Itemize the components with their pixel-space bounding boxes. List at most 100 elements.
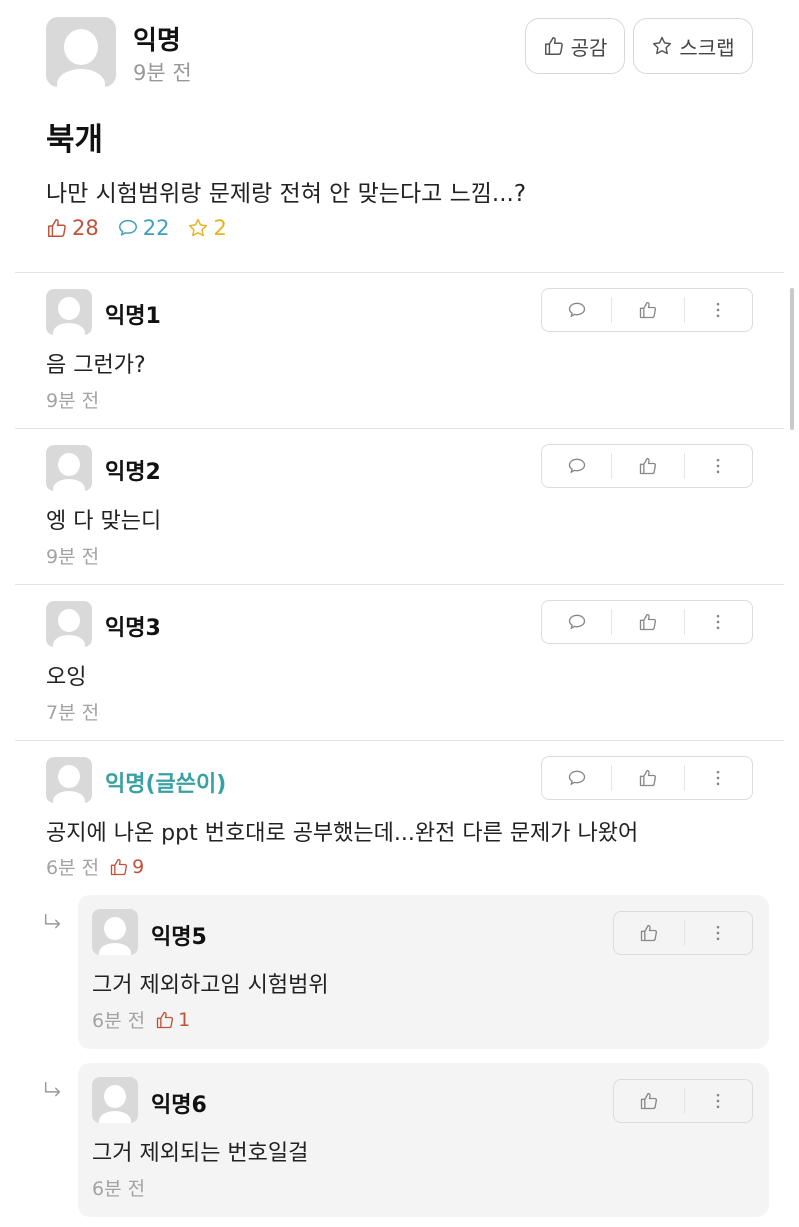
comment: 익명1 음 그런가? 9분 전: [0, 273, 799, 428]
reply-text: 그거 제외하고임 시험범위: [92, 973, 329, 998]
more-button[interactable]: [685, 289, 752, 331]
comment-like-count-value: 9: [132, 855, 145, 878]
more-button[interactable]: [685, 601, 752, 643]
reply-text: 그거 제외되는 번호일걸: [92, 1141, 309, 1166]
star-icon: [653, 36, 672, 55]
speech-bubble-icon: [118, 219, 137, 236]
thumbs-up-icon: [544, 37, 563, 55]
reply: 익명5 그거 제외하고임 시험범위 6분 전 1: [78, 895, 769, 1049]
scrap-count: 2: [187, 216, 227, 240]
comment-text: 오잉: [46, 665, 87, 690]
more-vertical-icon: [716, 614, 720, 630]
comment-avatar: [46, 289, 92, 335]
comment-actions: [541, 288, 753, 332]
thumbs-up-icon: [639, 613, 657, 631]
reply-avatar: [92, 909, 138, 955]
reply-button[interactable]: [542, 757, 611, 799]
reply-meta: 6분 전: [92, 1174, 145, 1201]
thumbs-up-icon: [156, 1011, 174, 1028]
reply-like-button[interactable]: [614, 1080, 684, 1122]
reply-like-button[interactable]: [614, 912, 684, 954]
scrap-button[interactable]: 스크랩: [633, 18, 753, 74]
like-count: 28: [46, 216, 99, 240]
reply-button[interactable]: [542, 289, 611, 331]
comment-text: 음 그런가?: [46, 353, 146, 378]
reply-meta: 6분 전 1: [92, 1006, 190, 1033]
comment-time: 9분 전: [46, 390, 100, 412]
reply-actions: [613, 911, 753, 955]
like-button-label: 공감: [570, 35, 608, 60]
scrap-count-value: 2: [213, 216, 227, 240]
comment-text: 공지에 나온 ppt 번호대로 공부했는데...완전 다른 문제가 나왔어: [46, 821, 639, 846]
more-button[interactable]: [685, 445, 752, 487]
comment-count: 22: [117, 216, 170, 240]
thumbs-up-icon: [639, 457, 657, 475]
thumbs-up-icon: [639, 301, 657, 319]
reply-more-button[interactable]: [685, 912, 753, 954]
comment-author: 익명3: [105, 616, 161, 641]
comment: 익명3 오잉 7분 전: [0, 585, 799, 740]
reply-more-button[interactable]: [685, 1080, 753, 1122]
comment-meta: 6분 전 9: [46, 853, 144, 880]
reply: 익명6 그거 제외되는 번호일걸 6분 전: [78, 1063, 769, 1217]
reply-actions: [613, 1079, 753, 1123]
reply-author: 익명6: [151, 1093, 207, 1118]
comment-author: 익명2: [105, 460, 161, 485]
comment-like-button[interactable]: [612, 601, 683, 643]
comment: 익명2 엥 다 맞는디 9분 전: [0, 429, 799, 584]
comment-actions: [541, 756, 753, 800]
like-count-value: 28: [72, 216, 99, 240]
comment-meta: 9분 전: [46, 542, 99, 569]
reply-button[interactable]: [542, 445, 611, 487]
thumbs-up-icon: [639, 769, 657, 787]
reply-like-count-value: 1: [178, 1008, 191, 1031]
reply-time: 6분 전: [92, 1178, 146, 1200]
thumbs-up-icon: [640, 1092, 657, 1110]
comment-author: 익명1: [105, 304, 161, 329]
more-vertical-icon: [716, 302, 720, 318]
speech-bubble-icon: [568, 770, 585, 785]
comment-time: 6분 전: [46, 857, 100, 879]
more-vertical-icon: [716, 925, 720, 941]
star-icon: [189, 218, 208, 237]
comment-meta: 9분 전: [46, 386, 99, 413]
more-vertical-icon: [716, 770, 720, 786]
scrap-button-label: 스크랩: [679, 35, 735, 60]
post-author: 익명: [133, 26, 181, 56]
post-author-avatar: [46, 17, 116, 87]
speech-bubble-icon: [568, 458, 585, 473]
like-button[interactable]: 공감: [525, 18, 625, 74]
post-stats: 28 22 2: [46, 216, 245, 240]
comment-actions: [541, 600, 753, 644]
reply-avatar: [92, 1077, 138, 1123]
comment-op: 익명(글쓴이) 공지에 나온 ppt 번호대로 공부했는데...완전 다른 문제…: [0, 741, 799, 886]
post-time: 9분 전: [133, 61, 192, 85]
reply-arrow-icon: [44, 914, 61, 929]
reply-time: 6분 전: [92, 1010, 146, 1032]
comment-like-button[interactable]: [612, 289, 683, 331]
comment-avatar: [46, 757, 92, 803]
comment-time: 7분 전: [46, 702, 100, 724]
post-body: 나만 시험범위랑 문제랑 전혀 안 맞는다고 느낌...?: [46, 181, 527, 207]
comment-avatar: [46, 601, 92, 647]
reply-arrow-icon: [44, 1082, 61, 1097]
reply-button[interactable]: [542, 601, 611, 643]
comment-like-button[interactable]: [612, 757, 683, 799]
more-vertical-icon: [716, 458, 720, 474]
comment-time: 9분 전: [46, 546, 100, 568]
thumbs-up-icon: [48, 219, 66, 237]
thumbs-up-icon: [640, 924, 657, 942]
speech-bubble-icon: [568, 614, 585, 629]
comment-avatar: [46, 445, 92, 491]
more-button[interactable]: [685, 757, 752, 799]
comment-like-button[interactable]: [612, 445, 683, 487]
reply-author: 익명5: [151, 925, 207, 950]
comment-like-count: 9: [109, 856, 144, 878]
comment-meta: 7분 전: [46, 698, 99, 725]
post: 익명 9분 전 공감 스크랩 북개 나만 시험범위랑 문제랑 전혀 안 맞는다고…: [0, 0, 799, 273]
comment-count-value: 22: [142, 216, 170, 240]
reply-like-count: 1: [155, 1009, 190, 1031]
post-title: 북개: [46, 122, 104, 158]
more-vertical-icon: [716, 1093, 720, 1109]
thumbs-up-icon: [110, 858, 128, 875]
